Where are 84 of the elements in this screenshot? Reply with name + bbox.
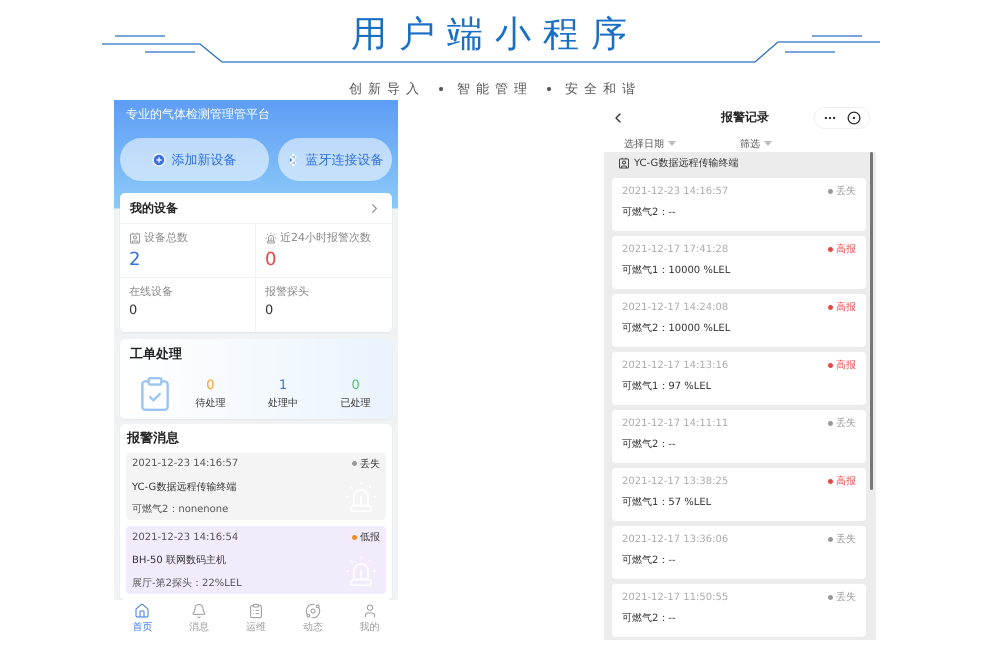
page-title: 用户端小程序	[351, 13, 639, 57]
record-reading: 可燃气1：97 %LEL	[622, 380, 712, 393]
alarm-time: 2021-12-23 14:16:57	[132, 458, 238, 470]
stat-value: 2	[129, 249, 142, 270]
record-time: 2021-12-17 14:13:16	[622, 360, 728, 370]
stat-label: 设备总数	[144, 230, 188, 245]
record-reading: 可燃气2：10000 %LEL	[622, 322, 732, 335]
record-card[interactable]: 2021-12-17 13:38:25 高报 可燃气1：57 %LEL	[612, 468, 866, 521]
alarm-item[interactable]: 2021-12-23 14:16:57 丢失 YC-G数据远程传输终端 可燃气2：nonenone	[126, 452, 386, 520]
record-status: 高报	[836, 474, 856, 488]
caret-icon	[764, 141, 772, 146]
bell-icon	[191, 603, 208, 619]
card-title: 我的设备	[130, 200, 178, 216]
record-reading: 可燃气2：--	[622, 206, 677, 219]
capsule-menu[interactable]	[814, 106, 870, 128]
stat-value: 0	[265, 249, 278, 270]
target-icon[interactable]	[847, 110, 861, 124]
record-card[interactable]: 2021-12-17 14:11:11 丢失 可燃气2：--	[612, 410, 866, 463]
record-time: 2021-12-17 14:24:08	[622, 302, 728, 312]
record-status: 丢失	[836, 590, 856, 604]
slogan: 安全和谐	[565, 81, 641, 98]
device-name: BH-50 联网数码主机	[132, 554, 227, 568]
tab[interactable]: 首页	[114, 600, 171, 640]
record-status: 高报	[836, 358, 856, 372]
order-label: 处理中	[268, 396, 298, 410]
clipboard-icon	[248, 603, 264, 619]
stat-value: 0	[265, 303, 274, 318]
record-card[interactable]: 2021-12-17 11:50:55 丢失 可燃气2：--	[612, 584, 866, 637]
alarm-reading: 可燃气2：nonenone	[132, 503, 230, 516]
order-count: 0	[206, 378, 214, 393]
record-reading: 可燃气2：--	[622, 438, 677, 451]
card-title: 工单处理	[130, 346, 182, 363]
record-time: 2021-12-17 13:36:06	[622, 534, 728, 544]
stat-label: 近24小时报警次数	[280, 230, 371, 245]
record-card[interactable]: 2021-12-23 14:16:57 丢失 可燃气2：--	[612, 178, 866, 231]
filter-dropdown[interactable]: 选择日期	[624, 135, 676, 152]
device-icon	[129, 232, 141, 244]
record-card[interactable]: 2021-12-17 13:36:06 丢失 可燃气2：--	[612, 526, 866, 579]
separator-dot	[547, 87, 551, 91]
record-status: 丢失	[836, 532, 856, 546]
alarm-status: 低报	[360, 530, 380, 544]
home-icon	[134, 603, 150, 619]
filter-dropdown[interactable]: 筛选	[740, 135, 772, 152]
plus-icon	[152, 152, 166, 166]
record-card[interactable]: 2021-12-17 17:41:28 高报 可燃气1：10000 %LEL	[612, 236, 866, 289]
record-reading: 可燃气1：10000 %LEL	[622, 264, 732, 277]
alarm-time: 2021-12-23 14:16:54	[132, 532, 238, 543]
order-count: 0	[352, 378, 360, 393]
alarm-reading: 展厅-第2探头：22%LEL	[132, 576, 243, 590]
tagline: 专业的气体检测管理管平台	[125, 106, 271, 123]
record-time: 2021-12-17 13:38:25	[622, 476, 728, 486]
separator-dot	[439, 87, 443, 91]
alarm-light-icon	[265, 232, 277, 244]
order-label: 待处理	[195, 396, 226, 410]
group-title: YC-G数据远程传输终端	[634, 156, 738, 170]
order-count: 1	[278, 378, 288, 393]
stat-label: 报警探头	[265, 284, 309, 299]
record-time: 2021-12-17 14:11:11	[622, 418, 728, 428]
stat-label: 在线设备	[129, 284, 173, 299]
caret-icon	[668, 141, 676, 146]
planet-icon	[304, 603, 321, 619]
alarm-item[interactable]: 2021-12-23 14:16:54 低报 BH-50 联网数码主机 展厅-第2探头：22%LEL	[126, 526, 386, 594]
order-label: 已处理	[340, 396, 371, 410]
card-title: 报警消息	[127, 430, 179, 448]
record-status: 丢失	[836, 416, 856, 430]
record-reading: 可燃气2：--	[622, 612, 677, 625]
slogan: 智能管理	[457, 81, 533, 98]
device-icon	[618, 156, 630, 168]
record-reading: 可燃气2：--	[622, 554, 677, 567]
device-name: YC-G数据远程传输终端	[132, 480, 238, 494]
record-time: 2021-12-23 14:16:57	[622, 186, 728, 196]
record-time: 2021-12-17 17:41:28	[622, 244, 728, 254]
record-status: 丢失	[836, 184, 856, 198]
record-reading: 可燃气1：57 %LEL	[622, 496, 712, 509]
stat-value: 0	[129, 303, 138, 318]
alarm-status: 丢失	[360, 458, 380, 471]
record-card[interactable]: 2021-12-17 14:24:08 高报 可燃气2：10000 %LEL	[612, 294, 866, 347]
record-status: 高报	[836, 242, 856, 256]
slogan: 创新导入	[349, 81, 425, 98]
record-status: 高报	[836, 300, 856, 314]
screen-title: 报警记录	[721, 109, 769, 126]
record-card[interactable]: 2021-12-17 14:13:16 高报 可燃气1：97 %LEL	[612, 352, 866, 405]
scrollbar[interactable]	[870, 152, 873, 490]
record-time: 2021-12-17 11:50:55	[622, 592, 728, 602]
